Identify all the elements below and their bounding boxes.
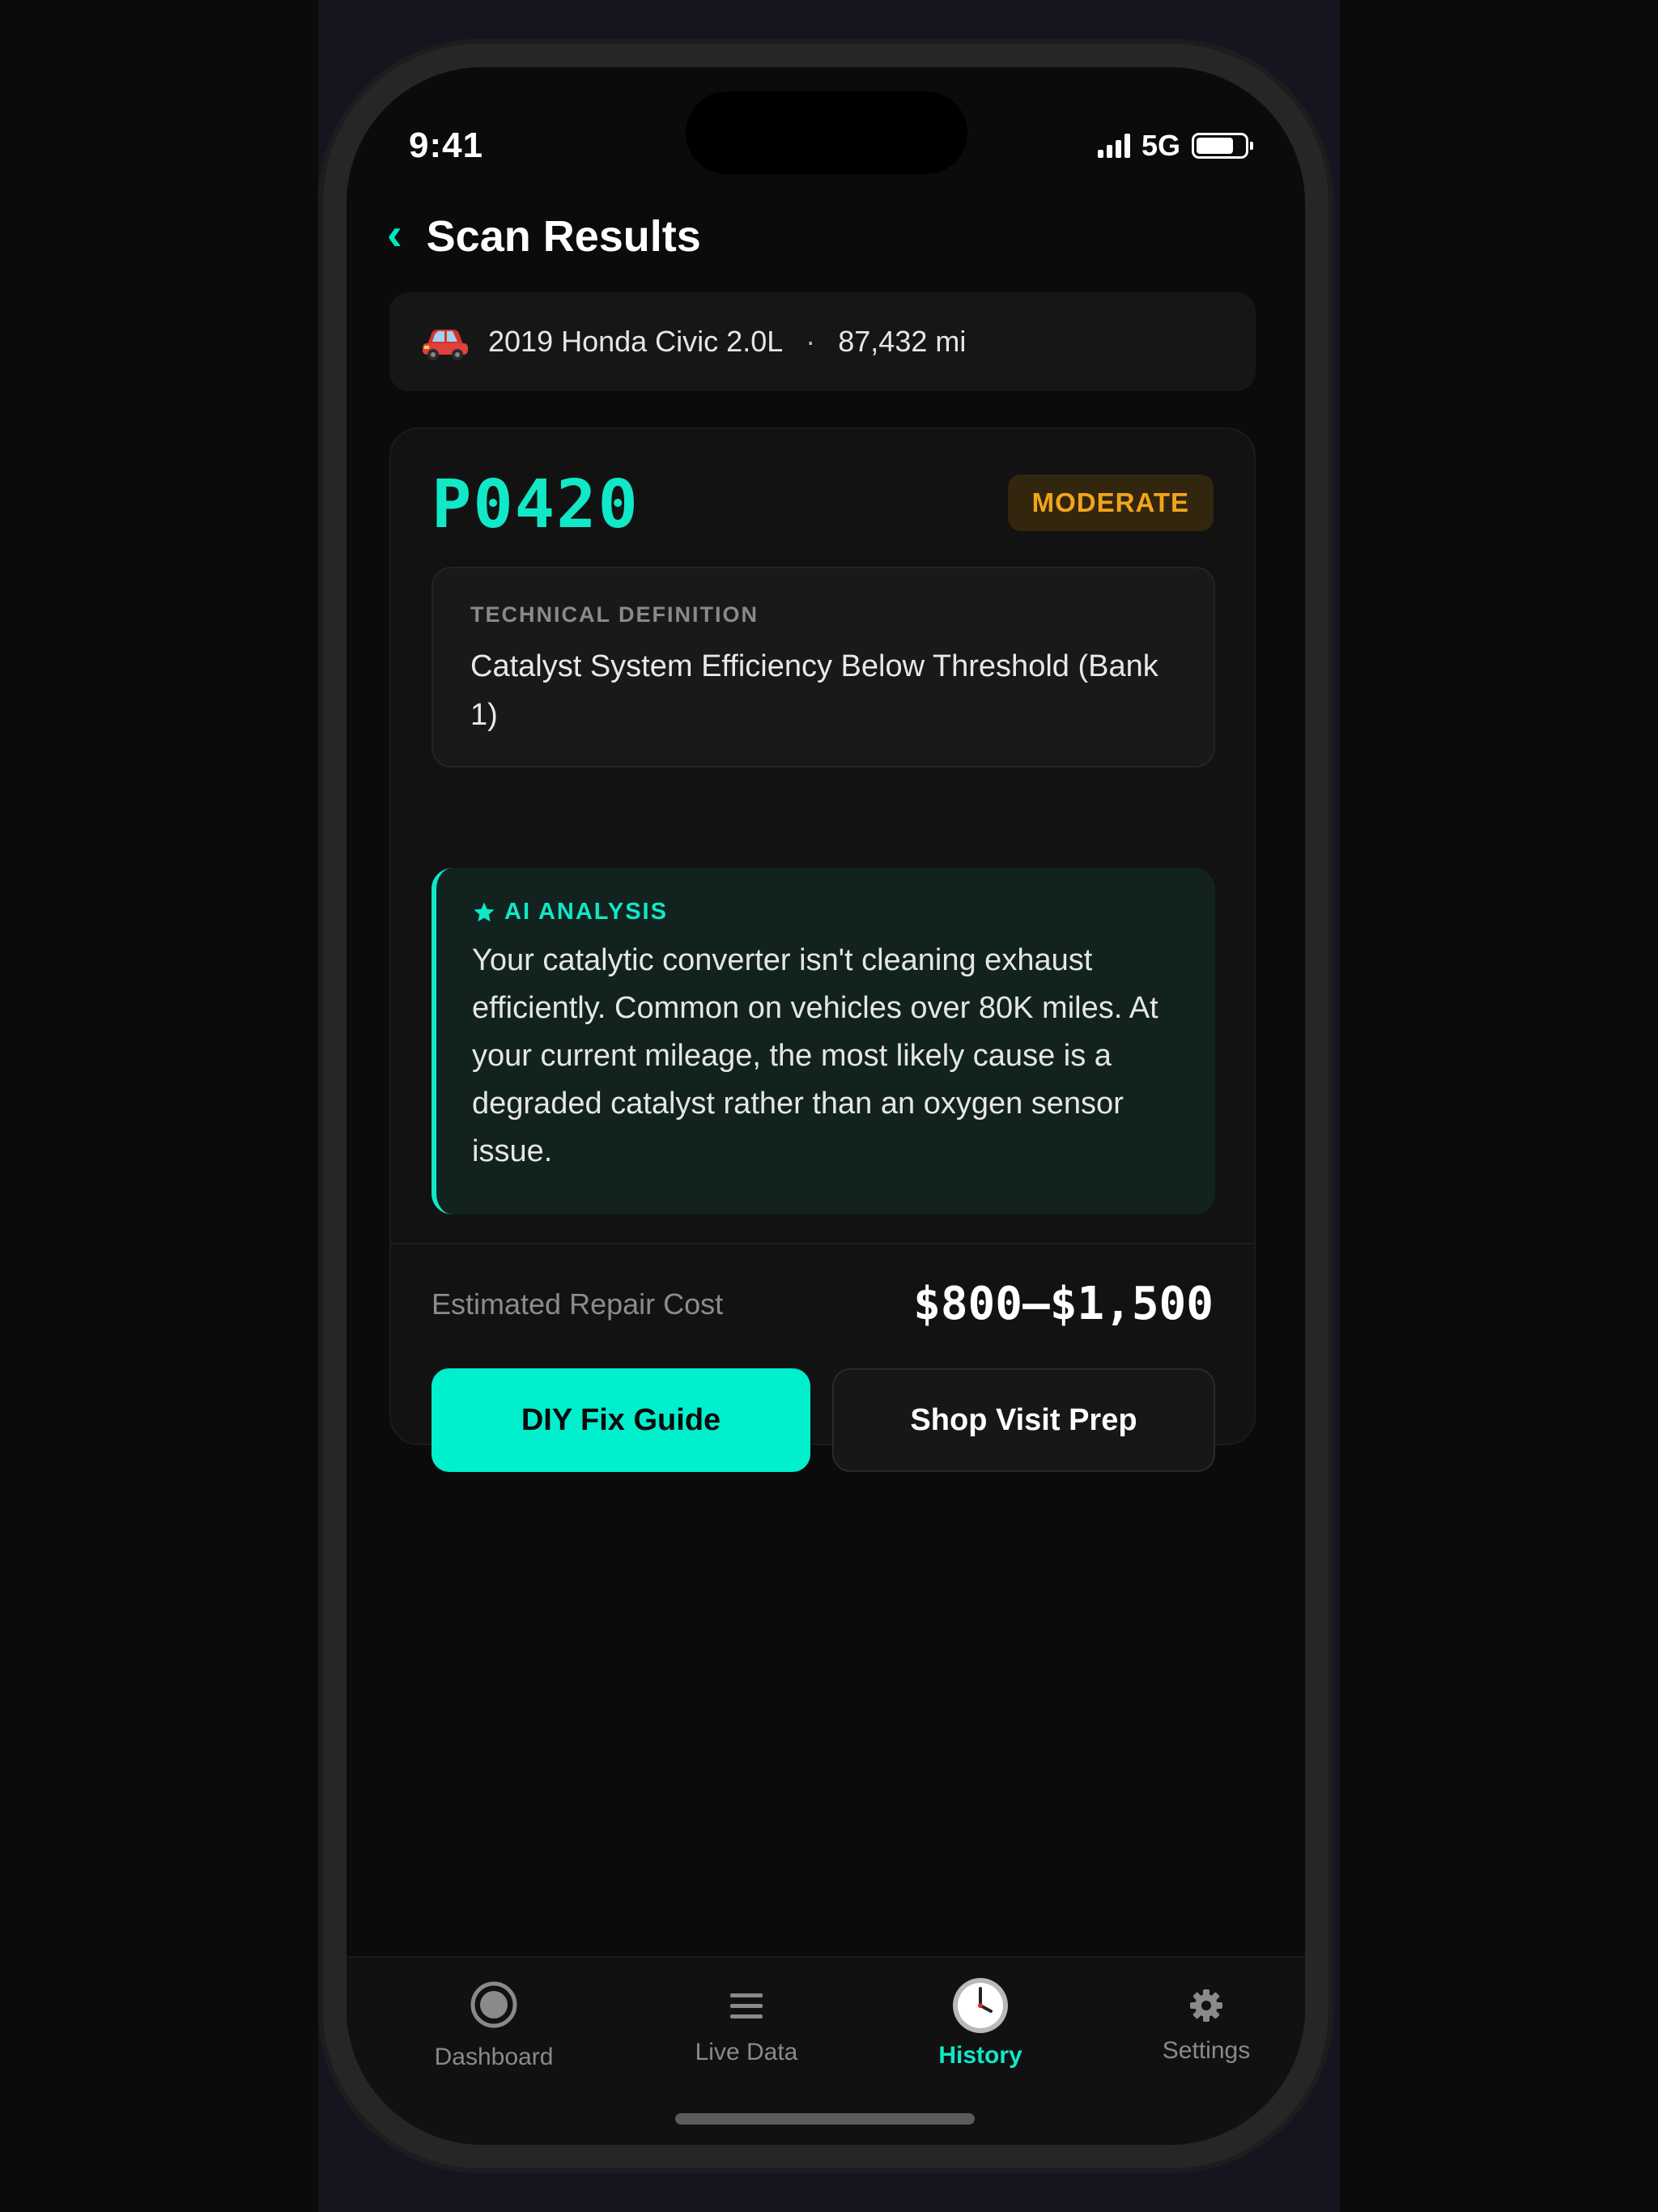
technical-definition-box: TECHNICAL DEFINITION Catalyst System Eff… xyxy=(432,567,1215,768)
back-chevron-icon[interactable]: ‹ xyxy=(387,211,402,257)
repair-cost-value: $800–$1,500 xyxy=(913,1278,1214,1330)
tab-history-label: History xyxy=(938,2042,1022,2069)
clock-icon xyxy=(953,1978,1008,2033)
ai-analysis-header: AI ANALYSIS xyxy=(472,899,1183,925)
definition-text: Catalyst System Efficiency Below Thresho… xyxy=(470,649,1158,732)
tab-dashboard[interactable]: Dashboard xyxy=(405,1958,583,2120)
tab-live-data-label: Live Data xyxy=(695,2039,798,2065)
page-title: Scan Results xyxy=(426,212,701,261)
ai-analysis-text: Your catalytic converter isn't cleaning … xyxy=(472,943,1158,1168)
ai-analysis-label: AI ANALYSIS xyxy=(504,899,668,925)
shop-visit-prep-button[interactable]: Shop Visit Prep xyxy=(832,1368,1215,1472)
app-screen: 9:41 5G ‹ Scan Results 2019 Honda Civic … xyxy=(346,67,1305,2145)
repair-cost-label: Estimated Repair Cost xyxy=(432,1287,724,1321)
card-divider xyxy=(391,1243,1254,1244)
nav-header: ‹ Scan Results xyxy=(387,211,701,262)
star-icon xyxy=(474,902,495,921)
gear-icon xyxy=(1190,1989,1222,2022)
network-label: 5G xyxy=(1141,129,1180,162)
car-icon xyxy=(423,330,468,360)
trouble-code: P0420 xyxy=(432,466,640,543)
tab-settings[interactable]: Settings xyxy=(1117,1958,1295,2120)
battery-icon xyxy=(1192,133,1253,159)
status-time: 9:41 xyxy=(409,125,484,165)
tab-dashboard-label: Dashboard xyxy=(434,2044,554,2070)
dynamic-island xyxy=(686,91,967,174)
home-indicator[interactable] xyxy=(675,2113,975,2125)
dashboard-icon xyxy=(470,1981,517,2028)
vehicle-info-bar: 2019 Honda Civic 2.0L · 87,432 mi xyxy=(389,292,1256,391)
vehicle-mileage: 87,432 mi xyxy=(838,325,967,358)
vehicle-separator: · xyxy=(806,325,816,358)
scan-result-card: P0420 MODERATE TECHNICAL DEFINITION Cata… xyxy=(389,428,1256,1472)
list-icon xyxy=(730,1993,763,2018)
diy-fix-guide-button[interactable]: DIY Fix Guide xyxy=(432,1368,810,1472)
tab-history[interactable]: History xyxy=(891,1958,1069,2120)
ai-analysis-box: AI ANALYSIS Your catalytic converter isn… xyxy=(432,868,1215,1214)
signal-icon xyxy=(1097,134,1130,158)
phone-frame: 9:41 5G ‹ Scan Results 2019 Honda Civic … xyxy=(318,39,1333,2173)
severity-badge: MODERATE xyxy=(1007,474,1214,531)
definition-label: TECHNICAL DEFINITION xyxy=(470,602,759,627)
vehicle-name: 2019 Honda Civic 2.0L xyxy=(488,325,784,358)
tab-live-data[interactable]: Live Data xyxy=(657,1958,835,2120)
tab-settings-label: Settings xyxy=(1162,2037,1251,2064)
status-indicators: 5G xyxy=(1097,129,1253,163)
